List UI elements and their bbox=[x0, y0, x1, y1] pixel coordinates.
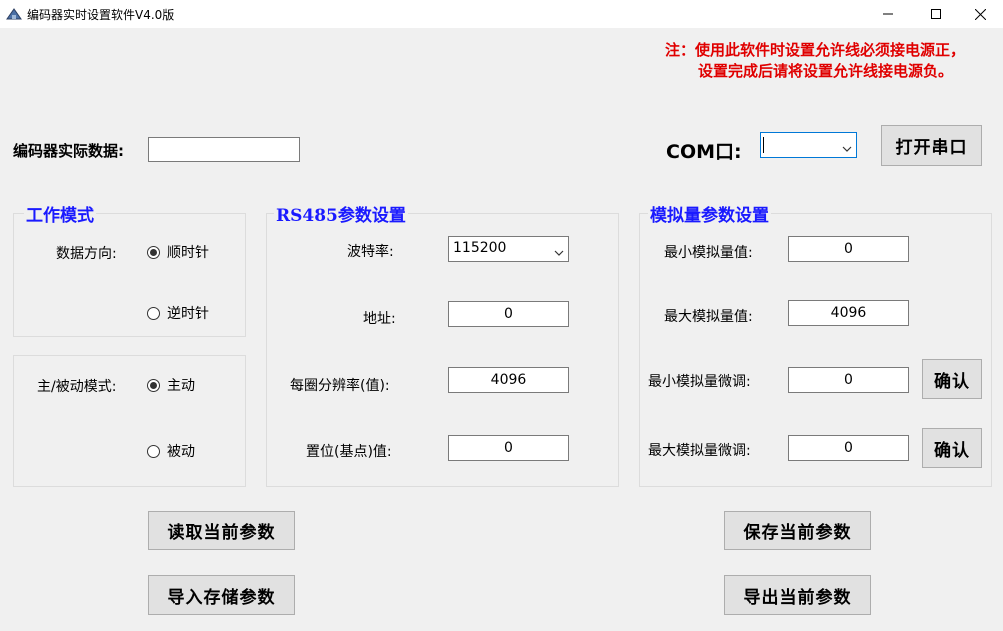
max-trim-field[interactable] bbox=[788, 435, 909, 461]
read-current-button[interactable]: 读取当前参数 bbox=[148, 511, 295, 550]
address-field[interactable] bbox=[448, 301, 569, 327]
clockwise-label: 顺时针 bbox=[167, 245, 209, 261]
maximize-button[interactable] bbox=[913, 0, 959, 28]
radio-unchecked-icon bbox=[147, 306, 160, 320]
active-label: 主动 bbox=[167, 378, 195, 394]
notice-line-1: 注：使用此软件时设置允许线必须接电源正， bbox=[665, 41, 966, 59]
save-current-button[interactable]: 保存当前参数 bbox=[724, 511, 871, 550]
preset-label: 置位(基点)值: bbox=[306, 444, 392, 460]
baud-rate-label: 波特率: bbox=[347, 244, 394, 260]
min-trim-field[interactable] bbox=[788, 367, 909, 393]
window-title: 编码器实时设置软件V4.0版 bbox=[27, 8, 175, 22]
address-label: 地址: bbox=[363, 311, 396, 327]
min-trim-label: 最小模拟量微调: bbox=[648, 374, 751, 390]
open-port-button[interactable]: 打开串口 bbox=[881, 125, 982, 166]
max-trim-confirm-button[interactable]: 确认 bbox=[922, 428, 982, 468]
passive-label: 被动 bbox=[167, 444, 195, 460]
title-bar: 编码器实时设置软件V4.0版 bbox=[0, 0, 1003, 28]
com-port-select[interactable] bbox=[760, 132, 857, 158]
min-analog-field[interactable] bbox=[788, 236, 909, 262]
text-caret bbox=[763, 137, 764, 153]
direction-label: 数据方向: bbox=[56, 246, 117, 262]
export-current-button[interactable]: 导出当前参数 bbox=[724, 575, 871, 615]
com-port-label: COM口: bbox=[666, 141, 742, 163]
resolution-label: 每圈分辨率(值): bbox=[290, 378, 390, 394]
radio-checked-icon bbox=[147, 378, 160, 392]
close-button[interactable] bbox=[957, 0, 1003, 28]
rs485-title: RS485参数设置 bbox=[274, 201, 408, 226]
notice-line-2: 设置完成后请将设置允许线接电源负。 bbox=[698, 62, 954, 80]
chevron-down-icon bbox=[554, 245, 564, 261]
baud-rate-value: 115200 bbox=[453, 240, 507, 256]
radio-unchecked-icon bbox=[147, 444, 160, 458]
min-analog-label: 最小模拟量值: bbox=[664, 245, 753, 261]
clockwise-radio[interactable]: 顺时针 bbox=[147, 242, 209, 262]
resolution-field[interactable] bbox=[448, 367, 569, 393]
max-analog-field[interactable] bbox=[788, 300, 909, 326]
analog-title: 模拟量参数设置 bbox=[648, 201, 771, 226]
encoder-data-label: 编码器实际数据: bbox=[13, 142, 124, 160]
master-mode-group bbox=[13, 355, 246, 487]
passive-radio[interactable]: 被动 bbox=[147, 441, 195, 461]
app-icon bbox=[6, 7, 22, 21]
counterclockwise-label: 逆时针 bbox=[167, 306, 209, 322]
work-mode-group bbox=[13, 213, 246, 337]
max-trim-label: 最大模拟量微调: bbox=[648, 443, 751, 459]
min-trim-confirm-button[interactable]: 确认 bbox=[922, 359, 982, 399]
master-mode-label: 主/被动模式: bbox=[37, 379, 117, 395]
preset-field[interactable] bbox=[448, 435, 569, 461]
baud-rate-select[interactable]: 115200 bbox=[448, 236, 569, 262]
close-icon bbox=[974, 8, 986, 20]
counterclockwise-radio[interactable]: 逆时针 bbox=[147, 303, 209, 323]
minimize-icon bbox=[883, 9, 893, 19]
active-radio[interactable]: 主动 bbox=[147, 375, 195, 395]
encoder-data-field[interactable] bbox=[148, 137, 300, 162]
radio-checked-icon bbox=[147, 245, 160, 259]
work-mode-title: 工作模式 bbox=[24, 201, 96, 226]
maximize-icon bbox=[931, 9, 941, 19]
max-analog-label: 最大模拟量值: bbox=[664, 309, 753, 325]
minimize-button[interactable] bbox=[865, 0, 911, 28]
chevron-down-icon bbox=[842, 141, 852, 157]
import-stored-button[interactable]: 导入存储参数 bbox=[148, 575, 295, 615]
